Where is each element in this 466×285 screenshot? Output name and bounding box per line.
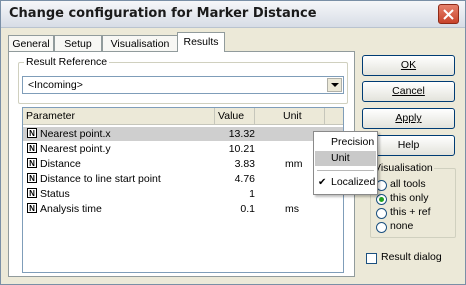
context-menu: Precision Unit ✔ Localized [313, 131, 378, 195]
parameter-value: 1 [249, 188, 255, 200]
apply-button[interactable]: Apply [362, 108, 455, 129]
numeric-type-icon: N [27, 203, 37, 213]
radio-this-plus-ref-label: this + ref [390, 206, 431, 218]
table-row[interactable]: N Distance 3.83 mm [23, 157, 343, 171]
menu-item-label: Precision [331, 136, 375, 148]
numeric-type-icon: N [27, 143, 37, 153]
column-header-value[interactable]: Value [215, 108, 255, 125]
numeric-type-icon: N [27, 128, 37, 138]
parameter-name: Status [40, 188, 70, 200]
result-reference-select[interactable]: <Incoming> [22, 76, 344, 94]
radio-none[interactable] [376, 222, 387, 233]
radio-all-tools-label: all tools [390, 178, 426, 190]
visualisation-label: Visualisation [373, 162, 434, 174]
menu-separator [317, 170, 374, 171]
menu-item-unit[interactable]: Unit [315, 151, 376, 166]
close-button[interactable] [438, 4, 459, 24]
menu-item-label: Localized [331, 176, 376, 188]
table-row[interactable]: N Status 1 [23, 187, 343, 201]
result-dialog-label: Result dialog [381, 251, 442, 263]
radio-this-plus-ref[interactable] [376, 208, 387, 219]
parameter-unit: mm [285, 158, 303, 170]
parameter-value: 10.21 [228, 143, 255, 155]
tab-results[interactable]: Results [177, 32, 225, 52]
ok-button[interactable]: OK [362, 55, 455, 76]
chevron-down-icon [331, 83, 339, 87]
column-header-unit[interactable]: Unit [255, 108, 325, 125]
menu-item-label: Unit [331, 152, 350, 164]
parameter-name: Nearest point.x [40, 128, 111, 140]
parameter-value: 3.83 [234, 158, 255, 170]
cancel-button[interactable]: Cancel [362, 81, 455, 102]
menu-item-localized[interactable]: ✔ Localized [315, 175, 376, 190]
result-dialog-checkbox[interactable] [366, 253, 377, 264]
column-header-empty [325, 108, 343, 125]
radio-this-only-label: this only [390, 192, 429, 204]
numeric-type-icon: N [27, 188, 37, 198]
parameter-value: 13.32 [228, 128, 255, 140]
parameter-unit: ms [285, 203, 299, 215]
window-title: Change configuration for Marker Distance [9, 6, 317, 21]
parameter-value: 0.1 [240, 203, 255, 215]
result-reference-label: Result Reference [24, 56, 110, 68]
tab-setup[interactable]: Setup [54, 35, 102, 51]
close-icon [443, 9, 454, 20]
parameter-name: Distance [40, 158, 81, 170]
tab-general[interactable]: General [8, 35, 54, 51]
menu-item-precision[interactable]: Precision [315, 135, 376, 150]
table-row[interactable]: N Analysis time 0.1 ms [23, 202, 343, 216]
results-table[interactable]: Parameter Value Unit N Nearest point.x 1… [22, 107, 344, 273]
table-row[interactable]: N Nearest point.x 13.32 [23, 127, 343, 141]
table-row[interactable]: N Nearest point.y 10.21 [23, 142, 343, 156]
radio-none-label: none [390, 220, 414, 232]
numeric-type-icon: N [27, 158, 37, 168]
parameter-value: 4.76 [234, 173, 255, 185]
parameter-name: Nearest point.y [40, 143, 111, 155]
column-header-parameter[interactable]: Parameter [23, 108, 215, 125]
parameter-name: Analysis time [40, 203, 102, 215]
table-row[interactable]: N Distance to line start point 4.76 [23, 172, 343, 186]
result-reference-value: <Incoming> [28, 79, 83, 91]
parameter-name: Distance to line start point [40, 173, 161, 185]
tab-visualisation[interactable]: Visualisation [102, 35, 178, 51]
radio-this-only[interactable] [376, 194, 387, 205]
title-bar[interactable]: Change configuration for Marker Distance [1, 1, 465, 28]
dropdown-button[interactable] [327, 78, 342, 92]
numeric-type-icon: N [27, 173, 37, 183]
checkmark-icon: ✔ [318, 177, 327, 188]
